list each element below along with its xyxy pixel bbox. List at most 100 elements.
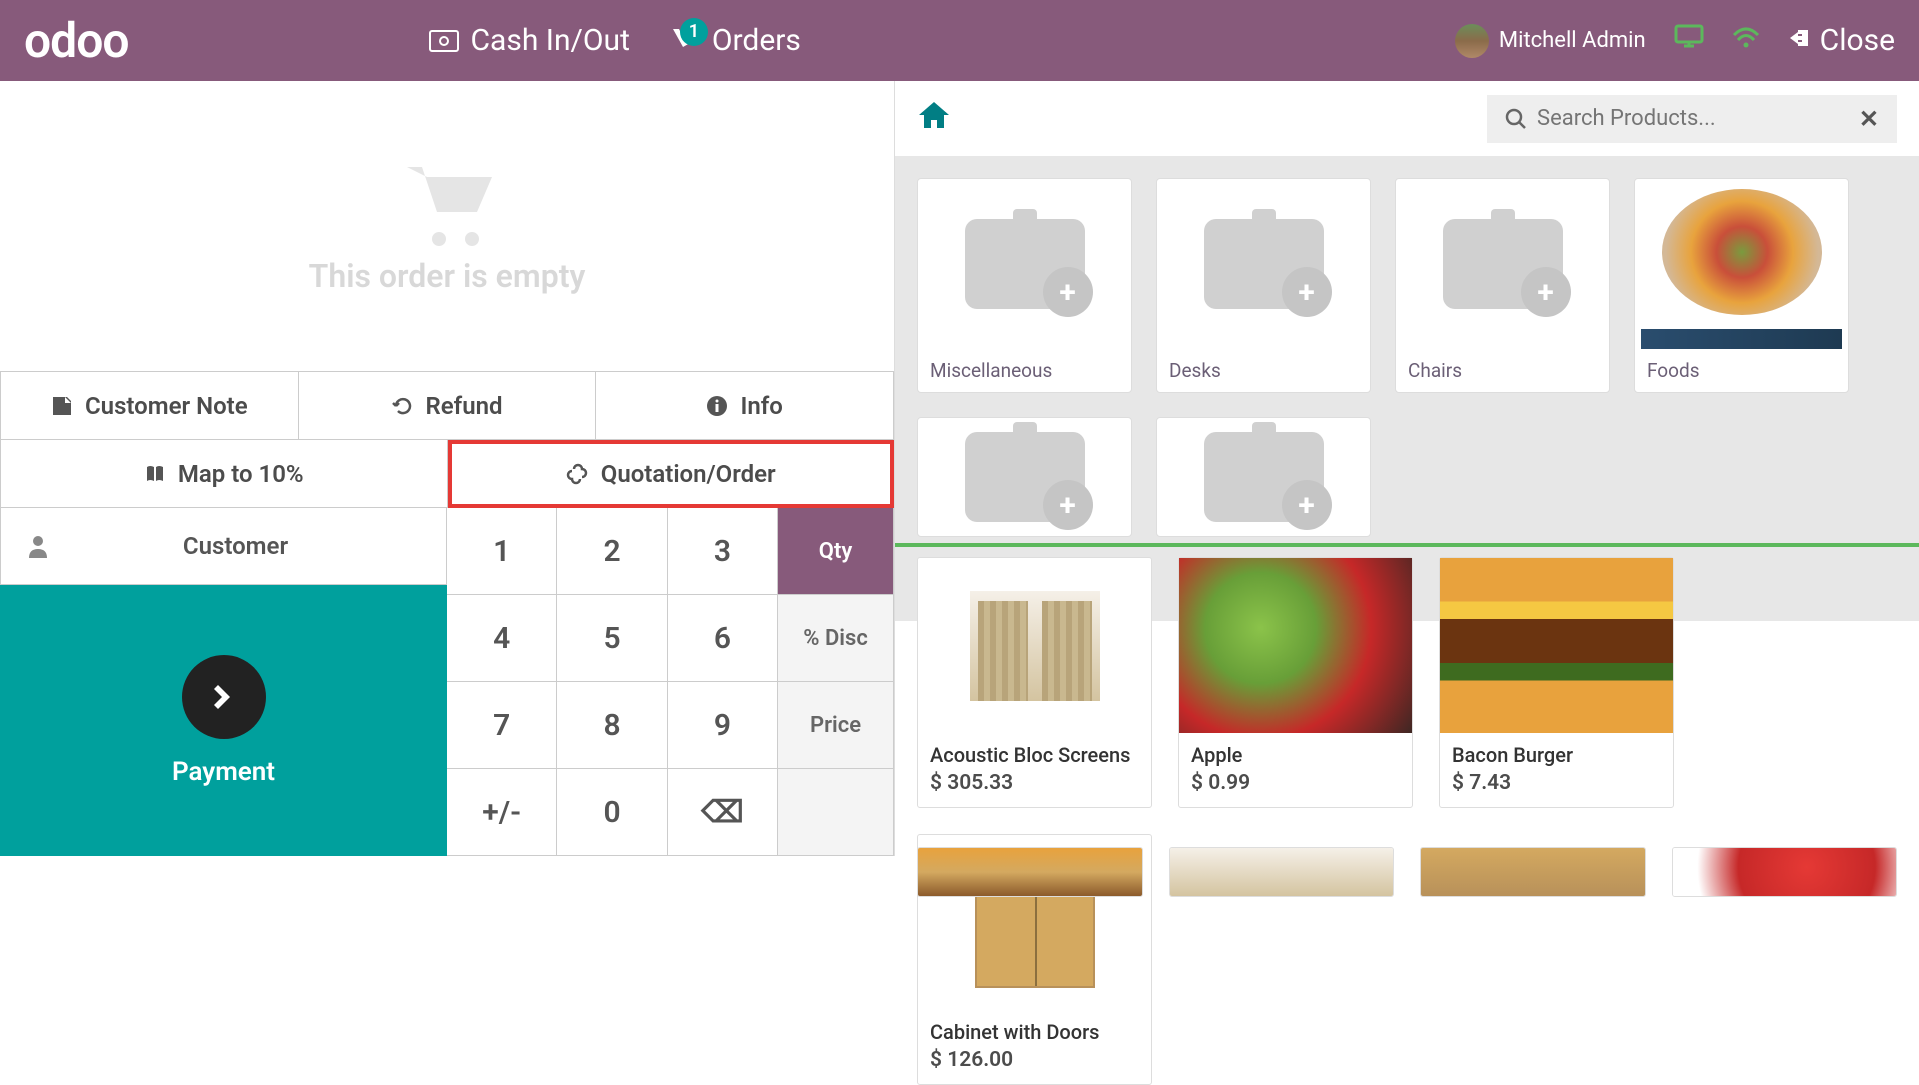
key-plusminus[interactable]: +/-	[447, 769, 557, 856]
category-image	[1662, 189, 1822, 315]
mode-disc[interactable]: % Disc	[778, 595, 894, 682]
user-menu[interactable]: Mitchell Admin	[1455, 24, 1646, 58]
payment-icon-circle	[182, 655, 266, 739]
info-button[interactable]: Info	[596, 372, 894, 440]
link-icon	[565, 463, 589, 485]
category-partial-1[interactable]: +	[917, 417, 1132, 537]
orders-icon: 1	[670, 26, 700, 56]
category-miscellaneous[interactable]: + Miscellaneous	[917, 178, 1132, 393]
topbar: odoo Cash In/Out 1 Orders Mitchell Admin	[0, 0, 1919, 81]
note-icon	[51, 395, 73, 417]
product-image	[1440, 558, 1673, 733]
product-name: Apple	[1179, 733, 1412, 771]
cash-icon	[429, 26, 459, 56]
mode-qty[interactable]: Qty	[778, 508, 894, 595]
refund-button[interactable]: Refund	[299, 372, 597, 440]
category-foods[interactable]: Foods	[1634, 178, 1849, 393]
right-toolbar: ✕	[895, 81, 1919, 156]
odoo-logo[interactable]: odoo	[24, 12, 129, 69]
close-icon	[1788, 23, 1812, 58]
map-to-10-label: Map to 10%	[178, 460, 304, 488]
divider-green	[895, 543, 1919, 547]
product-name: Acoustic Bloc Screens	[918, 733, 1151, 771]
keypad-area: Customer Payment 1 2 3 Qty 4 5 6 % Disc …	[0, 508, 894, 856]
home-icon[interactable]	[917, 100, 951, 138]
key-3[interactable]: 3	[668, 508, 778, 595]
product-price: $ 126.00	[918, 1048, 1151, 1084]
camera-placeholder-icon: +	[1443, 219, 1563, 309]
close-label: Close	[1820, 23, 1895, 58]
search-icon	[1505, 108, 1527, 130]
numpad: 1 2 3 Qty 4 5 6 % Disc 7 8 9 Price +/- 0…	[447, 508, 894, 856]
payment-label: Payment	[172, 757, 275, 787]
mode-empty	[778, 769, 894, 856]
info-icon	[706, 395, 728, 417]
key-1[interactable]: 1	[447, 508, 557, 595]
camera-placeholder-icon: +	[965, 432, 1085, 522]
product-price: $ 7.43	[1440, 771, 1673, 807]
product-partial-2[interactable]	[1169, 847, 1395, 897]
products-grid: Acoustic Bloc Screens $ 305.33 Apple $ 0…	[895, 557, 1919, 1085]
cash-in-out-button[interactable]: Cash In/Out	[429, 23, 630, 58]
user-name-label: Mitchell Admin	[1499, 28, 1646, 53]
control-row-2: Map to 10% Quotation/Order	[0, 440, 894, 508]
product-bacon-burger[interactable]: Bacon Burger $ 7.43	[1439, 557, 1674, 808]
wifi-icon[interactable]	[1732, 26, 1760, 56]
category-image: +	[1157, 418, 1370, 536]
search-input[interactable]	[1537, 106, 1859, 131]
mode-price[interactable]: Price	[778, 682, 894, 769]
user-avatar	[1455, 24, 1489, 58]
product-apple[interactable]: Apple $ 0.99	[1178, 557, 1413, 808]
orders-button[interactable]: 1 Orders	[670, 23, 801, 58]
category-desks[interactable]: + Desks	[1156, 178, 1371, 393]
key-7[interactable]: 7	[447, 682, 557, 769]
payment-button[interactable]: Payment	[0, 585, 447, 856]
product-image	[1179, 558, 1412, 733]
categories-strip: + Miscellaneous + Desks + Chairs Foods	[895, 156, 1919, 621]
main: This order is empty Customer Note Refund…	[0, 81, 1919, 856]
product-price: $ 305.33	[918, 771, 1151, 807]
key-2[interactable]: 2	[557, 508, 667, 595]
category-image: +	[1157, 179, 1370, 349]
key-4[interactable]: 4	[447, 595, 557, 682]
customer-label: Customer	[50, 532, 421, 560]
key-backspace[interactable]: ⌫	[668, 769, 778, 856]
person-icon	[26, 533, 50, 559]
category-chairs[interactable]: + Chairs	[1395, 178, 1610, 393]
empty-cart-area: This order is empty	[0, 81, 894, 371]
product-acoustic-bloc-screens[interactable]: Acoustic Bloc Screens $ 305.33	[917, 557, 1152, 808]
cash-in-out-label: Cash In/Out	[471, 23, 630, 58]
map-to-10-button[interactable]: Map to 10%	[0, 440, 448, 508]
product-partial-4[interactable]	[1672, 847, 1898, 897]
customer-note-label: Customer Note	[85, 392, 248, 420]
customer-button[interactable]: Customer	[0, 508, 447, 585]
camera-placeholder-icon: +	[1204, 219, 1324, 309]
refund-label: Refund	[426, 392, 503, 420]
category-image: +	[1396, 179, 1609, 349]
category-grid: + Miscellaneous + Desks + Chairs Foods	[917, 178, 1897, 537]
product-price: $ 0.99	[1179, 771, 1412, 807]
close-button[interactable]: Close	[1788, 23, 1895, 58]
search-box[interactable]: ✕	[1487, 95, 1897, 143]
topbar-right: Mitchell Admin Close	[1455, 23, 1895, 58]
quotation-order-button[interactable]: Quotation/Order	[448, 440, 895, 508]
key-9[interactable]: 9	[668, 682, 778, 769]
right-panel: ✕ + Miscellaneous + Desks + Chairs	[895, 81, 1919, 856]
product-partial-3[interactable]	[1420, 847, 1646, 897]
key-8[interactable]: 8	[557, 682, 667, 769]
customer-column: Customer Payment	[0, 508, 447, 856]
clear-search-icon[interactable]: ✕	[1859, 105, 1879, 133]
product-partial-1[interactable]	[917, 847, 1143, 897]
key-5[interactable]: 5	[557, 595, 667, 682]
key-0[interactable]: 0	[557, 769, 667, 856]
refund-icon	[392, 395, 414, 417]
key-6[interactable]: 6	[668, 595, 778, 682]
product-image	[918, 558, 1151, 733]
monitor-icon[interactable]	[1674, 24, 1704, 57]
category-image: +	[918, 418, 1131, 536]
topbar-center: Cash In/Out 1 Orders	[429, 23, 1455, 58]
orders-label: Orders	[712, 23, 801, 58]
logo-text: odoo	[24, 12, 129, 69]
category-partial-2[interactable]: +	[1156, 417, 1371, 537]
customer-note-button[interactable]: Customer Note	[0, 372, 299, 440]
